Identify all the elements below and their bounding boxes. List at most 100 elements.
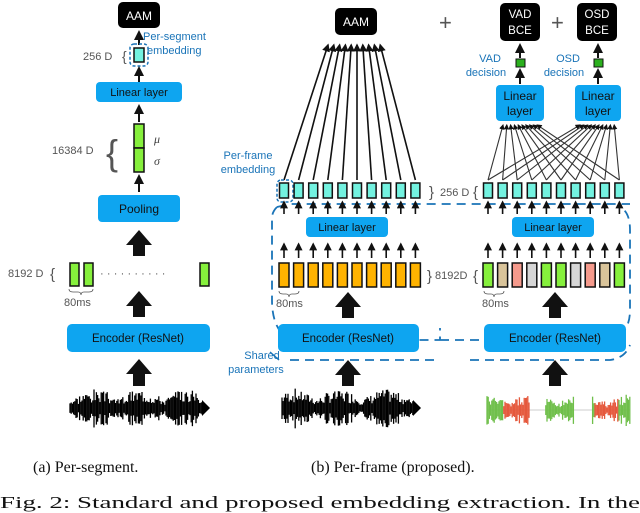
stats-dim-brace: { <box>106 132 118 173</box>
feature-dim-label-b: 8192D <box>435 270 467 282</box>
vad-arrow-8 <box>528 124 591 181</box>
per-frame-embedding-9 <box>395 182 407 199</box>
per-frame-embedding-5 <box>337 182 348 199</box>
frame-feature-5 <box>336 262 349 288</box>
aam-loss-label: AAM <box>126 9 152 23</box>
aam-arrow-fan <box>283 43 417 181</box>
embedding-dim-label-b: 256 D <box>440 187 469 199</box>
frame-length-brace <box>68 288 94 296</box>
shared-params-label-1: Shared <box>244 350 279 362</box>
vad-decision-label-1: VAD <box>479 53 501 65</box>
right-embedding-5 <box>541 182 552 199</box>
vad-arrow-2 <box>502 123 510 181</box>
frame-feature-4 <box>322 262 334 288</box>
osd-bce-label-2: BCE <box>585 25 609 37</box>
aam-arrow-2 <box>297 43 337 181</box>
aam-arrow-3 <box>312 43 343 181</box>
panel-b-per-frame: AAM + VAD BCE + OSD BCE VAD decision OSD… <box>221 3 631 476</box>
right-embedding-9 <box>599 182 611 199</box>
left-linear-layer-label: Linear layer <box>318 222 376 234</box>
vad-arrow-4 <box>513 123 533 181</box>
right-embedding-7 <box>570 182 581 199</box>
stats-mean-block <box>133 123 145 149</box>
left-per-frame-embeddings <box>278 182 421 199</box>
per-frame-label-1: Per-frame <box>224 150 273 162</box>
frame-length-label-right: 80ms <box>482 298 509 310</box>
panel-a-per-segment: AAM Per-segment embedding 256 D { Linear… <box>8 2 210 476</box>
right-embedding-4 <box>526 182 538 199</box>
labeled-frame-feature-4 <box>526 262 538 288</box>
thick-arrow-wave-to-left-encoder <box>335 360 361 386</box>
per-frame-embedding-6 <box>351 182 363 199</box>
labeled-frame-feature-1 <box>482 262 494 288</box>
vad-bce-label-2: BCE <box>508 25 532 37</box>
right-embedding-brace: { <box>473 184 478 201</box>
osd-decision-label-2: decision <box>544 67 584 79</box>
aam-arrow-5 <box>341 43 355 181</box>
aam-arrow-8 <box>365 43 387 181</box>
caption-a: (a) Per-segment. <box>33 459 138 476</box>
frame-feature-last <box>199 262 210 287</box>
stats-dim-label: 16384 D <box>52 145 94 157</box>
frame-ellipsis: ·········· <box>100 268 169 280</box>
embedding-dim-brace: { <box>122 48 127 64</box>
right-embedding-2 <box>497 182 508 199</box>
frame-feature-2 <box>292 262 305 288</box>
waveform-icon-b <box>281 388 421 429</box>
vad-linear-label-2: layer <box>507 104 533 118</box>
osd-decision-label-1: OSD <box>556 53 580 65</box>
frame-length-brace-left <box>278 290 300 298</box>
labeled-frame-feature-7 <box>569 262 582 288</box>
frame-feature-7 <box>365 262 378 288</box>
labeled-frame-feature-9 <box>599 262 611 288</box>
frame-length-label-left: 80ms <box>276 298 303 310</box>
thick-arrow-wave-to-right-encoder <box>542 360 568 386</box>
right-embedding-6 <box>555 182 567 199</box>
right-frame-features <box>482 262 626 288</box>
per-segment-embedding <box>133 47 145 63</box>
per-frame-embedding-4 <box>322 182 334 199</box>
stats-std-block <box>133 147 145 173</box>
osd-decision-block <box>593 58 604 68</box>
plus-sign-2: + <box>551 10 564 35</box>
aam-arrow-1 <box>283 43 330 181</box>
osd-linear-label-1: Linear <box>581 89 614 103</box>
per-segment-label-2: embedding <box>147 45 201 57</box>
osd-arrow-2 <box>502 124 585 181</box>
per-frame-embedding-3 <box>307 182 319 199</box>
frame-feature-3 <box>307 262 319 288</box>
left-embedding-brace: } <box>429 184 434 201</box>
frame-length-brace-right <box>483 290 505 298</box>
per-frame-embedding-10 <box>410 182 421 199</box>
pooling-label: Pooling <box>119 202 159 216</box>
thick-arrow-encoder-to-left-features <box>335 292 361 318</box>
labeled-frame-feature-6 <box>555 262 567 288</box>
per-frame-embedding-8 <box>380 182 392 199</box>
vad-osd-arrow-fan <box>487 123 620 181</box>
linear-layer-label: Linear layer <box>110 87 168 99</box>
osd-arrow-4 <box>531 124 593 181</box>
left-frame-features <box>278 262 422 288</box>
aam-loss-label-b: AAM <box>343 15 369 29</box>
labeled-frame-feature-10 <box>613 262 626 288</box>
plus-sign-1: + <box>439 10 452 35</box>
frame-feature-1 <box>278 262 290 288</box>
right-embedding-1 <box>482 182 494 199</box>
per-segment-label-1: Per-segment <box>143 31 206 43</box>
per-frame-embedding-1 <box>278 182 290 199</box>
frame-length-label: 80ms <box>64 297 91 309</box>
thick-arrow-encoder-to-features <box>126 291 152 317</box>
right-embedding-8 <box>584 182 596 199</box>
frame-feature-9 <box>395 262 407 288</box>
shared-params-label-2: parameters <box>228 364 284 376</box>
per-frame-embedding-7 <box>366 182 377 199</box>
right-encoder-label: Encoder (ResNet) <box>509 333 601 345</box>
osd-linear-label-2: layer <box>585 104 611 118</box>
labeled-frame-feature-5 <box>540 262 553 288</box>
thick-arrow-features-to-pooling <box>126 230 152 256</box>
aam-arrow-4 <box>327 43 349 181</box>
left-feature-brace: } <box>427 268 432 285</box>
osd-bce-label-1: OSD <box>585 9 610 21</box>
aam-arrow-7 <box>359 43 373 181</box>
embedding-extraction-diagram: AAM Per-segment embedding 256 D { Linear… <box>0 2 640 512</box>
